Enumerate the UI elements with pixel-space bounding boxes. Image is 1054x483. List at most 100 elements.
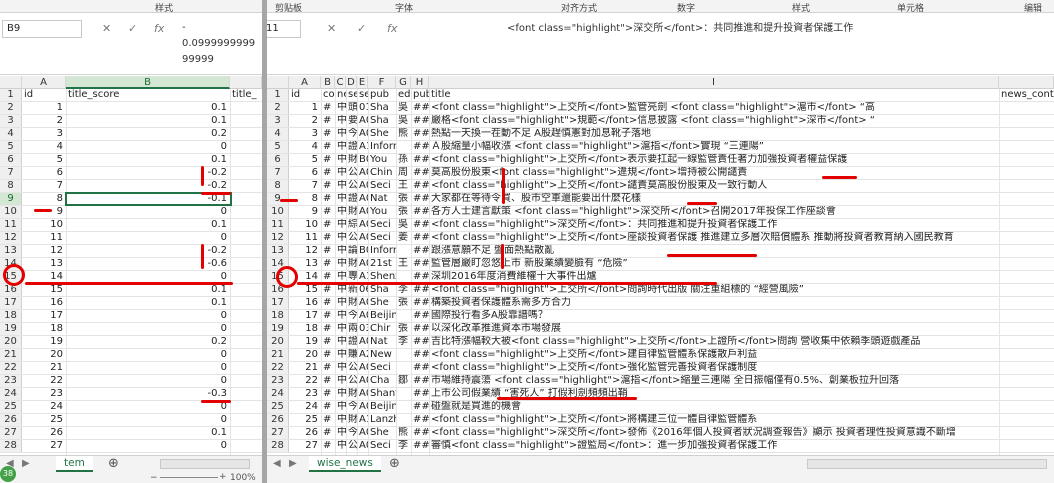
cell[interactable]: A0 bbox=[357, 297, 368, 309]
cell[interactable]: # bbox=[321, 388, 335, 400]
cell-title[interactable]: 各方人士建言獻策 <font class="highlight">深交所</fo… bbox=[429, 206, 999, 218]
confirm-icon[interactable]: ✓ bbox=[128, 22, 137, 35]
row-header[interactable]: 3 bbox=[0, 115, 22, 127]
cell[interactable]: 王 bbox=[396, 258, 411, 270]
column-header-e[interactable]: E bbox=[357, 76, 368, 89]
cell[interactable]: 中 bbox=[335, 219, 346, 231]
cell[interactable]: A0 bbox=[357, 193, 368, 205]
cell[interactable]: 公司 bbox=[346, 167, 357, 179]
cell[interactable]: Seci bbox=[368, 180, 396, 192]
cell-title-score[interactable]: -0.2 bbox=[66, 167, 230, 179]
cell[interactable]: A1 bbox=[357, 414, 368, 426]
cell[interactable]: She bbox=[368, 128, 396, 140]
row-header[interactable]: 11 bbox=[267, 219, 289, 231]
cell[interactable]: 03 bbox=[357, 323, 368, 335]
add-sheet-icon[interactable]: ⊕ bbox=[108, 456, 119, 471]
cell[interactable]: 16 bbox=[289, 297, 321, 309]
row-header[interactable]: 7 bbox=[267, 167, 289, 179]
cell[interactable]: # bbox=[321, 427, 335, 439]
cell[interactable]: Seci bbox=[368, 232, 396, 244]
cell-header[interactable]: title_ bbox=[230, 89, 262, 101]
cell[interactable]: Chir bbox=[368, 323, 396, 335]
cell[interactable]: Shanto bbox=[368, 388, 396, 400]
cell[interactable]: 5 bbox=[289, 154, 321, 166]
cell-title-score[interactable]: 0.1 bbox=[66, 297, 230, 309]
cell-id[interactable]: 11 bbox=[22, 232, 66, 244]
cell-title-score[interactable]: 0 bbox=[66, 440, 230, 452]
header-cell[interactable]: se bbox=[357, 89, 368, 101]
cell[interactable]: 財經 bbox=[346, 414, 357, 426]
cell[interactable]: 23 bbox=[289, 388, 321, 400]
cell[interactable]: 李 bbox=[396, 336, 411, 348]
cell[interactable]: # bbox=[321, 232, 335, 244]
cell[interactable]: 中 bbox=[335, 167, 346, 179]
header-cell[interactable]: edi bbox=[396, 89, 411, 101]
cell[interactable]: Sha bbox=[368, 284, 396, 296]
row-header[interactable]: 22 bbox=[267, 362, 289, 374]
cell-title-score[interactable]: 0.1 bbox=[66, 154, 230, 166]
cell[interactable]: 證券 bbox=[346, 336, 357, 348]
cell[interactable]: 中 bbox=[335, 336, 346, 348]
cell[interactable]: 周 bbox=[396, 167, 411, 179]
cell[interactable]: 姜 bbox=[396, 232, 411, 244]
cell[interactable]: 中 bbox=[335, 297, 346, 309]
cell[interactable]: ## bbox=[411, 128, 429, 140]
cell[interactable]: # bbox=[321, 154, 335, 166]
cell[interactable]: Seci bbox=[368, 219, 396, 231]
cell[interactable]: A0 bbox=[357, 180, 368, 192]
cell-title-score[interactable]: 0 bbox=[66, 310, 230, 322]
header-cell[interactable]: sec bbox=[346, 89, 357, 101]
cell[interactable] bbox=[396, 245, 411, 257]
cell[interactable]: 中 bbox=[335, 414, 346, 426]
cell[interactable]: 18 bbox=[289, 323, 321, 335]
row-header[interactable]: 24 bbox=[267, 388, 289, 400]
row-header[interactable]: 24 bbox=[0, 388, 22, 400]
row-header[interactable]: 19 bbox=[0, 323, 22, 335]
column-header-d[interactable]: D bbox=[346, 76, 357, 89]
cell[interactable]: 中 bbox=[335, 258, 346, 270]
cell[interactable]: 7 bbox=[289, 180, 321, 192]
cell[interactable]: 財經 bbox=[346, 154, 357, 166]
cell-title[interactable]: 以深化改革推進資本市場發展 bbox=[429, 323, 999, 335]
cell[interactable]: 熊 bbox=[396, 427, 411, 439]
cell[interactable]: 9 bbox=[289, 206, 321, 218]
cell[interactable]: 中 bbox=[335, 427, 346, 439]
cell[interactable]: 2 bbox=[289, 115, 321, 127]
row-header[interactable]: 27 bbox=[267, 427, 289, 439]
cell[interactable]: 今日 bbox=[346, 401, 357, 413]
row-header[interactable]: 12 bbox=[0, 232, 22, 244]
cell-id[interactable]: 18 bbox=[22, 323, 66, 335]
cell[interactable] bbox=[396, 310, 411, 322]
cell-title[interactable]: <font class="highlight">上交所</font>監管亮劍 <… bbox=[429, 102, 999, 114]
cell[interactable]: # bbox=[321, 323, 335, 335]
row-header[interactable]: 13 bbox=[0, 245, 22, 257]
cell[interactable]: # bbox=[321, 336, 335, 348]
cell-id[interactable]: 15 bbox=[22, 284, 66, 296]
cell[interactable]: 10 bbox=[289, 219, 321, 231]
cell-title[interactable]: <font class="highlight">上交所</font>座談投資者保… bbox=[429, 232, 999, 244]
cell[interactable]: # bbox=[321, 310, 335, 322]
cell[interactable]: ## bbox=[411, 284, 429, 296]
cell[interactable]: # bbox=[321, 245, 335, 257]
cell[interactable]: 公司 bbox=[346, 440, 357, 452]
row-header[interactable]: 1 bbox=[0, 89, 22, 101]
cell[interactable]: 公司 bbox=[346, 232, 357, 244]
cell-title[interactable]: 市場維持震蕩 <font class="highlight">滬指</font>… bbox=[429, 375, 999, 387]
header-cell[interactable]: id bbox=[289, 89, 321, 101]
row-header[interactable]: 3 bbox=[267, 115, 289, 127]
header-cell[interactable]: news_conten bbox=[999, 89, 1054, 101]
add-sheet-icon[interactable]: ⊕ bbox=[389, 456, 400, 471]
cell[interactable]: 中 bbox=[335, 141, 346, 153]
cell-title-score[interactable]: 0.2 bbox=[66, 336, 230, 348]
cell[interactable]: ## bbox=[411, 349, 429, 361]
cell-id[interactable]: 25 bbox=[22, 414, 66, 426]
tab-next-icon[interactable]: ▶ bbox=[289, 458, 297, 469]
row-header[interactable]: 12 bbox=[267, 232, 289, 244]
cell[interactable]: 吳 bbox=[396, 219, 411, 231]
cell[interactable]: 19 bbox=[289, 336, 321, 348]
confirm-icon[interactable]: ✓ bbox=[357, 22, 366, 35]
cell[interactable]: Nat bbox=[368, 193, 396, 205]
sheet-tab-wise-news[interactable]: wise_news bbox=[309, 456, 381, 472]
cell[interactable]: ## bbox=[411, 180, 429, 192]
cell[interactable]: ## bbox=[411, 206, 429, 218]
